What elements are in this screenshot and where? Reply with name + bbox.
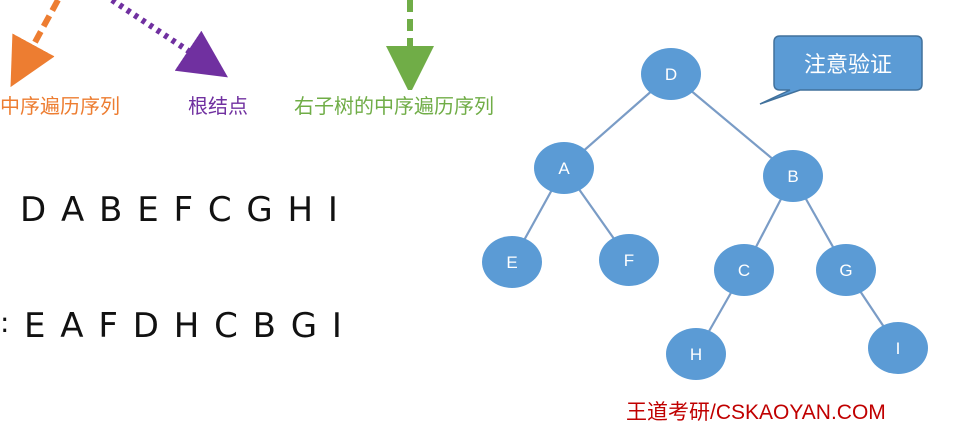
callout-text: 注意验证 bbox=[804, 53, 892, 78]
footer-watermark: 王道考研/CSKAOYAN.COM bbox=[626, 401, 886, 424]
tree-node-label: A bbox=[558, 159, 570, 178]
tree-node-A: A bbox=[534, 142, 594, 194]
tree-node-label: F bbox=[624, 251, 634, 270]
tree-node-label: C bbox=[738, 261, 750, 280]
tree-node-label: B bbox=[787, 167, 798, 186]
tree-node-label: G bbox=[839, 261, 852, 280]
tree-node-E: E bbox=[482, 236, 542, 288]
tree-node-label: H bbox=[690, 345, 702, 364]
tree-edges bbox=[511, 73, 899, 355]
tree-node-label: D bbox=[665, 65, 677, 84]
tree-node-C: C bbox=[714, 244, 774, 296]
tree-node-G: G bbox=[816, 244, 876, 296]
binary-tree-diagram: D A B E F C G H I 注意验证 bbox=[482, 35, 928, 380]
tree-node-H: H bbox=[666, 328, 726, 380]
tree-node-I: I bbox=[868, 322, 928, 374]
tree-node-F: F bbox=[599, 234, 659, 286]
verify-callout: 注意验证 bbox=[759, 35, 923, 105]
tree-node-label: I bbox=[896, 339, 901, 358]
tree-nodes: D A B E F C G H I bbox=[482, 48, 928, 380]
tree-node-label: E bbox=[506, 253, 517, 272]
tree-node-D: D bbox=[641, 48, 701, 100]
tree-node-B: B bbox=[763, 150, 823, 202]
